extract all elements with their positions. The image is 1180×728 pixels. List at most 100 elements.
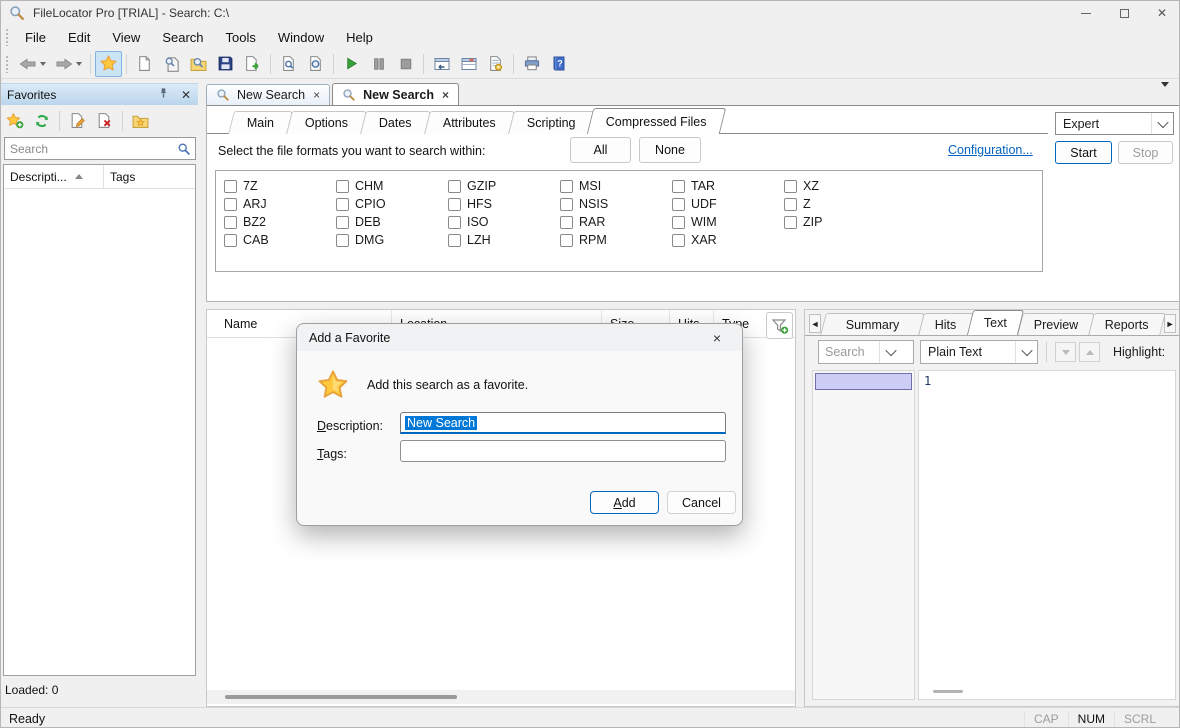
format-option-deb[interactable]: DEB	[336, 213, 448, 231]
format-option-chm[interactable]: CHM	[336, 177, 448, 195]
open-search-button[interactable]	[158, 51, 185, 77]
checkbox-hfs[interactable]	[448, 198, 461, 211]
format-option-cpio[interactable]: CPIO	[336, 195, 448, 213]
checkbox-tar[interactable]	[672, 180, 685, 193]
favorites-col-description[interactable]: Descripti...	[4, 165, 104, 188]
menu-help[interactable]: Help	[335, 27, 384, 48]
format-option-arj[interactable]: ARJ	[224, 195, 336, 213]
format-option-xz[interactable]: XZ	[784, 177, 896, 195]
checkbox-nsis[interactable]	[560, 198, 573, 211]
tab-main[interactable]: Main	[228, 111, 293, 134]
format-option-udf[interactable]: UDF	[672, 195, 784, 213]
viewer-search-combo[interactable]	[818, 340, 914, 364]
description-input[interactable]: New Search	[400, 412, 726, 434]
checkbox-cab[interactable]	[224, 234, 237, 247]
hscrollbar-thumb[interactable]	[225, 695, 457, 699]
checkbox-rpm[interactable]	[560, 234, 573, 247]
none-button[interactable]: None	[639, 137, 701, 163]
tab-preview[interactable]: Preview	[1017, 313, 1095, 335]
next-hit-button[interactable]	[1055, 342, 1076, 362]
cancel-button[interactable]: Cancel	[667, 491, 736, 514]
maximize-button[interactable]	[1105, 1, 1143, 25]
format-option-lzh[interactable]: LZH	[448, 231, 560, 249]
checkbox-xz[interactable]	[784, 180, 797, 193]
menu-edit[interactable]: Edit	[57, 27, 101, 48]
checkbox-7z[interactable]	[224, 180, 237, 193]
favorites-add-button[interactable]	[1, 108, 28, 134]
pause-search-button[interactable]	[365, 51, 392, 77]
checkbox-gzip[interactable]	[448, 180, 461, 193]
tab-hits[interactable]: Hits	[919, 313, 974, 335]
format-option-hfs[interactable]: HFS	[448, 195, 560, 213]
pin-panel-button[interactable]	[152, 87, 174, 102]
tab-new-search-2[interactable]: New Search ×	[332, 83, 459, 105]
all-button[interactable]: All	[570, 137, 631, 163]
menu-tools[interactable]: Tools	[215, 27, 267, 48]
tags-input[interactable]	[400, 440, 726, 462]
tab-dates[interactable]: Dates	[360, 111, 430, 134]
open-folder-button[interactable]	[185, 51, 212, 77]
viewer-hscrollbar-thumb[interactable]	[933, 690, 963, 693]
start-search-toolbar-button[interactable]	[338, 51, 365, 77]
back-button[interactable]	[14, 51, 50, 77]
checkbox-chm[interactable]	[336, 180, 349, 193]
close-panel-button[interactable]: ✕	[174, 88, 198, 102]
scroll-tabs-left-button[interactable]: ◄	[809, 314, 821, 333]
favorites-col-tags[interactable]: Tags	[104, 165, 195, 188]
script-options-button[interactable]	[482, 51, 509, 77]
checkbox-rar[interactable]	[560, 216, 573, 229]
export-button[interactable]	[239, 51, 266, 77]
format-option-rar[interactable]: RAR	[560, 213, 672, 231]
stop-search-button[interactable]	[392, 51, 419, 77]
format-option-cab[interactable]: CAB	[224, 231, 336, 249]
format-option-nsis[interactable]: NSIS	[560, 195, 672, 213]
stop-button[interactable]: Stop	[1118, 141, 1173, 164]
tab-summary[interactable]: Summary	[820, 313, 925, 335]
format-option-dmg[interactable]: DMG	[336, 231, 448, 249]
checkbox-xar[interactable]	[672, 234, 685, 247]
checkbox-zip[interactable]	[784, 216, 797, 229]
format-option-rpm[interactable]: RPM	[560, 231, 672, 249]
menu-window[interactable]: Window	[267, 27, 335, 48]
favorites-search-button[interactable]	[173, 137, 196, 160]
menu-search[interactable]: Search	[151, 27, 214, 48]
favorites-list[interactable]: Descripti... Tags	[3, 164, 196, 676]
tab-reports[interactable]: Reports	[1089, 313, 1166, 335]
tab-scripting[interactable]: Scripting	[508, 111, 594, 134]
add-button[interactable]: Add	[590, 491, 659, 514]
format-option-z[interactable]: Z	[784, 195, 896, 213]
tab-new-search-1[interactable]: New Search ×	[206, 84, 330, 105]
format-option-bz2[interactable]: BZ2	[224, 213, 336, 231]
tab-list-dropdown-button[interactable]	[1159, 87, 1169, 101]
favorites-refresh-button[interactable]	[28, 108, 55, 134]
start-button[interactable]: Start	[1055, 141, 1112, 164]
checkbox-msi[interactable]	[560, 180, 573, 193]
checkbox-cpio[interactable]	[336, 198, 349, 211]
favorites-delete-button[interactable]	[91, 108, 118, 134]
save-button[interactable]	[212, 51, 239, 77]
previous-hit-button[interactable]	[1079, 342, 1100, 362]
checkbox-arj[interactable]	[224, 198, 237, 211]
checkbox-deb[interactable]	[336, 216, 349, 229]
results-hscrollbar[interactable]	[207, 690, 795, 704]
add-favorite-button[interactable]	[95, 51, 122, 77]
filter-results-button[interactable]	[766, 312, 793, 339]
layout-view-button[interactable]	[455, 51, 482, 77]
tab-options[interactable]: Options	[286, 111, 367, 134]
close-button[interactable]: ✕	[1143, 1, 1180, 25]
tab-attributes[interactable]: Attributes	[424, 111, 515, 134]
scroll-tabs-right-button[interactable]: ►	[1164, 314, 1176, 333]
menu-file[interactable]: File	[14, 27, 57, 48]
format-option-xar[interactable]: XAR	[672, 231, 784, 249]
format-option-iso[interactable]: ISO	[448, 213, 560, 231]
new-search-button[interactable]	[131, 51, 158, 77]
menu-view[interactable]: View	[101, 27, 151, 48]
tab-compressed-files[interactable]: Compressed Files	[587, 108, 726, 134]
tab-text[interactable]: Text	[967, 310, 1024, 335]
viewer-mode-select[interactable]: Plain Text	[920, 340, 1038, 364]
format-option-zip[interactable]: ZIP	[784, 213, 896, 231]
hit-list[interactable]	[812, 370, 915, 700]
dialog-close-button[interactable]: ×	[704, 328, 730, 348]
format-option-tar[interactable]: TAR	[672, 177, 784, 195]
checkbox-wim[interactable]	[672, 216, 685, 229]
